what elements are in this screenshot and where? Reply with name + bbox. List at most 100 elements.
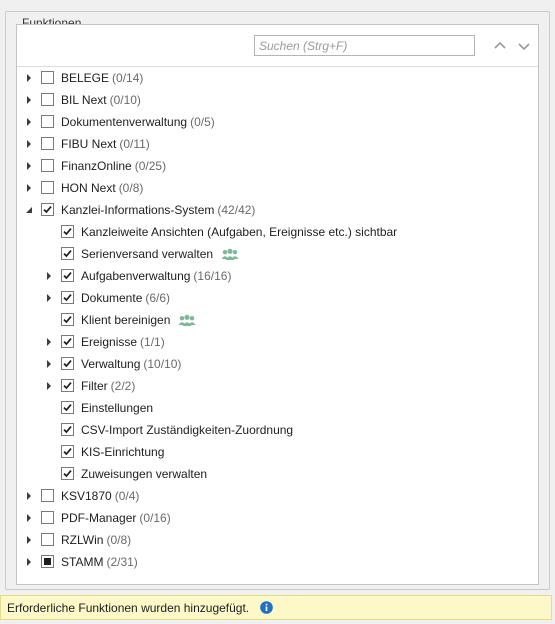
item-name: FIBU Next [61, 137, 117, 151]
collapsed-arrow-icon[interactable] [23, 490, 35, 502]
collapsed-arrow-icon[interactable] [23, 512, 35, 524]
checkbox-checked[interactable] [61, 401, 74, 414]
tree-row-verwaltung[interactable]: Verwaltung (10/10) [17, 353, 538, 375]
tree-item-label: CSV-Import Zuständigkeiten-Zuordnung [81, 423, 293, 437]
tree-item-label: KIS-Einrichtung [81, 445, 164, 459]
collapsed-arrow-icon[interactable] [23, 534, 35, 546]
checkbox-checked[interactable] [61, 247, 74, 260]
item-name: PDF-Manager [61, 511, 137, 525]
tree-item-label: Serienversand verwalten [81, 247, 239, 263]
checkbox-checked[interactable] [61, 335, 74, 348]
tree-row-rzlwin[interactable]: RZLWin (0/8) [17, 529, 538, 551]
tree-row-csv-import-zustaendigkeiten-zuordnung[interactable]: CSV-Import Zuständigkeiten-Zuordnung [17, 419, 538, 441]
collapsed-arrow-icon[interactable] [23, 72, 35, 84]
tree-row-dokumente[interactable]: Dokumente (6/6) [17, 287, 538, 309]
checkbox-checked[interactable] [61, 357, 74, 370]
tree-row-ksv1870[interactable]: KSV1870 (0/4) [17, 485, 538, 507]
tree-row-einstellungen[interactable]: Einstellungen [17, 397, 538, 419]
indeterminate-mark [44, 558, 51, 565]
item-count: (0/10) [109, 93, 141, 107]
status-message: Erforderliche Funktionen wurden hinzugef… [7, 601, 250, 615]
tree-row-kanzlei-informations-system[interactable]: Kanzlei-Informations-System (42/42) [17, 199, 538, 221]
tree-row-aufgabenverwaltung[interactable]: Aufgabenverwaltung (16/16) [17, 265, 538, 287]
collapsed-arrow-icon[interactable] [23, 556, 35, 568]
tree-item-label: PDF-Manager (0/16) [61, 511, 171, 525]
checkbox[interactable] [41, 115, 54, 128]
tree-row-stamm[interactable]: STAMM (2/31) [17, 551, 538, 573]
item-name: Dokumente [81, 291, 143, 305]
tree-row-fibu-next[interactable]: FIBU Next (0/11) [17, 133, 538, 155]
collapsed-arrow-icon[interactable] [43, 358, 55, 370]
checkbox[interactable] [41, 71, 54, 84]
item-count: (0/16) [139, 511, 171, 525]
checkbox[interactable] [41, 137, 54, 150]
checkbox-checked[interactable] [61, 445, 74, 458]
tree-item-label: Kanzleiweite Ansichten (Aufgaben, Ereign… [81, 225, 397, 239]
collapsed-arrow-icon[interactable] [23, 116, 35, 128]
tree-item-label: Dokumentenverwaltung (0/5) [61, 115, 215, 129]
collapsed-arrow-icon[interactable] [23, 182, 35, 194]
item-name: Kanzlei-Informations-System [61, 203, 215, 217]
tree-row-bil-next[interactable]: BIL Next (0/10) [17, 89, 538, 111]
item-count: (0/25) [134, 159, 167, 173]
item-count: (16/16) [193, 269, 232, 283]
chevron-up-icon[interactable] [491, 37, 509, 55]
item-count: (6/6) [145, 291, 171, 305]
checkbox-checked[interactable] [61, 225, 74, 238]
checkbox[interactable] [41, 93, 54, 106]
info-icon[interactable] [260, 601, 273, 617]
item-name: Serienversand verwalten [81, 247, 214, 261]
checkbox-checked[interactable] [61, 379, 74, 392]
checkbox[interactable] [41, 533, 54, 546]
tree-row-belege[interactable]: BELEGE (0/14) [17, 67, 538, 89]
item-count: (0/14) [112, 71, 144, 85]
checkbox-indeterminate[interactable] [41, 555, 54, 568]
tree-item-label: RZLWin (0/8) [61, 533, 131, 547]
collapsed-arrow-icon[interactable] [43, 336, 55, 348]
tree-row-serienversand-verwalten[interactable]: Serienversand verwalten [17, 243, 538, 265]
collapsed-arrow-icon[interactable] [23, 138, 35, 150]
checkbox[interactable] [41, 489, 54, 502]
collapsed-arrow-icon[interactable] [23, 160, 35, 172]
item-name: FinanzOnline [61, 159, 132, 173]
checkbox[interactable] [41, 159, 54, 172]
item-name: Zuweisungen verwalten [81, 467, 208, 481]
item-name: KIS-Einrichtung [81, 445, 165, 459]
tree-row-zuweisungen-verwalten[interactable]: Zuweisungen verwalten [17, 463, 538, 485]
tree-row-hon-next[interactable]: HON Next (0/8) [17, 177, 538, 199]
function-tree: BELEGE (0/14) BIL Next (0/10) Dokumentenverw… [17, 67, 538, 573]
tree-item-label: FinanzOnline (0/25) [61, 159, 166, 173]
checkbox-checked[interactable] [61, 423, 74, 436]
checkbox[interactable] [41, 511, 54, 524]
checkbox-checked[interactable] [41, 203, 54, 216]
item-name: Ereignisse [81, 335, 138, 349]
checkbox-checked[interactable] [61, 291, 74, 304]
tree-item-label: BIL Next (0/10) [61, 93, 141, 107]
tree-item-label: Aufgabenverwaltung (16/16) [81, 269, 231, 283]
tree-row-ereignisse[interactable]: Ereignisse (1/1) [17, 331, 538, 353]
chevron-down-icon[interactable] [515, 37, 533, 55]
tree-row-finanzonline[interactable]: FinanzOnline (0/25) [17, 155, 538, 177]
tree-row-pdf-manager[interactable]: PDF-Manager (0/16) [17, 507, 538, 529]
checkbox-checked[interactable] [61, 313, 74, 326]
collapsed-arrow-icon[interactable] [23, 94, 35, 106]
collapsed-arrow-icon[interactable] [43, 380, 55, 392]
tree-row-kanzleiweite-ansichten-aufgaben-ereignisse-etc-sichtbar[interactable]: Kanzleiweite Ansichten (Aufgaben, Ereign… [17, 221, 538, 243]
tree-row-kis-einrichtung[interactable]: KIS-Einrichtung [17, 441, 538, 463]
tree-row-dokumentenverwaltung[interactable]: Dokumentenverwaltung (0/5) [17, 111, 538, 133]
checkbox[interactable] [41, 181, 54, 194]
item-name: Filter [81, 379, 108, 393]
collapsed-arrow-icon[interactable] [43, 270, 55, 282]
search-input[interactable] [254, 35, 475, 56]
tree-item-label: Dokumente (6/6) [81, 291, 170, 305]
item-name: CSV-Import Zuständigkeiten-Zuordnung [81, 423, 294, 437]
expanded-arrow-icon[interactable] [23, 204, 35, 216]
tree-row-klient-bereinigen[interactable]: Klient bereinigen [17, 309, 538, 331]
item-name: Dokumentenverwaltung [61, 115, 188, 129]
checkbox-checked[interactable] [61, 269, 74, 282]
item-count: (0/5) [190, 115, 215, 129]
item-name: KSV1870 [61, 489, 112, 503]
collapsed-arrow-icon[interactable] [43, 292, 55, 304]
tree-row-filter[interactable]: Filter (2/2) [17, 375, 538, 397]
checkbox-checked[interactable] [61, 467, 74, 480]
